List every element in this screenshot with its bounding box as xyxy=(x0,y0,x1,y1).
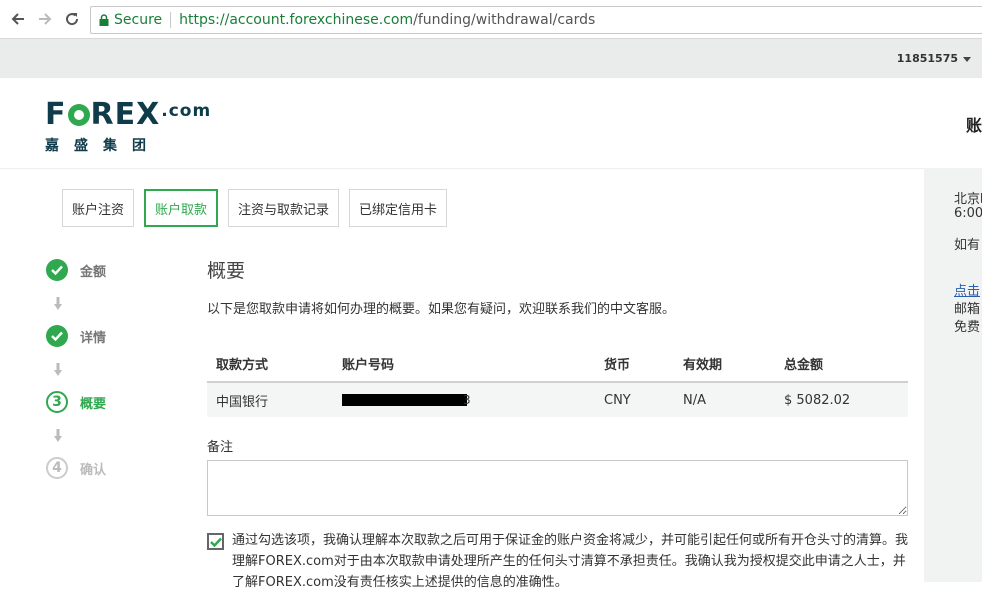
sidebar-line: 如有 xyxy=(954,238,981,253)
url-host: https://account.forexchinese.com xyxy=(179,12,414,28)
forward-button[interactable] xyxy=(35,9,55,29)
step-label: 概要 xyxy=(80,396,107,412)
step-amount[interactable]: 金额 xyxy=(46,259,106,281)
caret-down-icon[interactable] xyxy=(963,57,971,62)
arrow-right-icon xyxy=(39,13,52,25)
agree-checkbox[interactable] xyxy=(207,533,224,550)
funding-tabs: 账户注资 账户取款 注资与取款记录 已绑定信用卡 xyxy=(62,189,457,227)
step-label: 金额 xyxy=(80,264,107,280)
checkmark-icon xyxy=(209,537,222,547)
note-textarea[interactable] xyxy=(207,460,908,516)
account-bar: 11851575 xyxy=(0,39,982,78)
expiry: N/A xyxy=(683,392,706,408)
redaction-bar xyxy=(342,394,467,406)
account-id[interactable]: 11851575 xyxy=(897,52,958,65)
step-details[interactable]: 详情 xyxy=(46,325,106,347)
logo-chinese: 嘉盛集团 xyxy=(45,138,161,154)
account-number: 3 xyxy=(342,383,471,417)
secure-label: Secure xyxy=(114,12,163,28)
secure-indicator[interactable]: Secure xyxy=(99,12,162,28)
browser-toolbar: Secure https://account.forexchinese.com/… xyxy=(0,0,982,39)
step-number: 3 xyxy=(46,391,68,413)
page-title: 概要 xyxy=(207,260,246,282)
withdrawal-method: 中国银行 xyxy=(216,394,269,410)
step-label: 详情 xyxy=(80,330,107,346)
sidebar-line: 邮箱 xyxy=(954,302,981,317)
currency: CNY xyxy=(604,392,631,408)
arrow-down-icon xyxy=(54,429,62,442)
tab-deposit[interactable]: 账户注资 xyxy=(62,189,135,227)
column-header: 总金额 xyxy=(784,357,824,373)
lock-icon xyxy=(99,14,109,26)
agreement-text: 通过勾选该项，我确认理解本次取款之后可用于保证金的账户资金将减少，并可能引起任何… xyxy=(232,533,909,590)
logo-letter-f: F xyxy=(45,97,67,132)
url-divider xyxy=(170,12,172,28)
logo-letters-rex: REX xyxy=(90,97,161,132)
column-header: 账户号码 xyxy=(342,357,395,373)
logo-wordmark: F REX .com xyxy=(45,96,211,130)
step-summary: 3 概要 xyxy=(46,391,106,413)
step-number: 4 xyxy=(46,457,68,479)
column-header: 取款方式 xyxy=(216,357,269,373)
table-header: 取款方式 账户号码 货币 有效期 总金额 xyxy=(207,345,908,383)
withdrawal-summary-table: 取款方式 账户号码 货币 有效期 总金额 中国银行 3 CNY N/A $ 50… xyxy=(207,345,908,417)
table-row: 中国银行 3 CNY N/A $ 5082.02 xyxy=(207,383,908,417)
sidebar-line: 6:00 xyxy=(954,206,982,221)
back-button[interactable] xyxy=(8,9,28,29)
header-account-title: 账 xyxy=(966,116,982,135)
step-label: 确认 xyxy=(80,462,107,478)
site-header: F REX .com 嘉盛集团 账 xyxy=(0,78,982,169)
forex-logo[interactable]: F REX .com 嘉盛集团 xyxy=(45,96,211,155)
arrow-down-icon xyxy=(54,363,62,376)
total-amount: $ 5082.02 xyxy=(784,392,851,408)
sidebar-line: 免费 xyxy=(954,320,981,335)
reload-button[interactable] xyxy=(62,9,82,29)
note-label: 备注 xyxy=(207,440,234,455)
check-circle-icon xyxy=(46,259,68,281)
check-circle-icon xyxy=(46,325,68,347)
arrow-down-icon xyxy=(54,297,62,310)
info-sidebar: 北京时 6:00 如有 点击 邮箱 免费 xyxy=(924,168,982,582)
logo-o-icon xyxy=(67,104,90,126)
column-header: 有效期 xyxy=(683,357,723,373)
step-confirm: 4 确认 xyxy=(46,457,106,479)
column-header: 货币 xyxy=(604,357,631,373)
tab-linked-cards[interactable]: 已绑定信用卡 xyxy=(349,189,448,227)
tab-withdrawal[interactable]: 账户取款 xyxy=(144,189,219,227)
sidebar-link[interactable]: 点击 xyxy=(954,280,980,299)
url-path: /funding/withdrawal/cards xyxy=(413,12,596,28)
sidebar-line: 北京时 xyxy=(954,192,982,207)
url-text: https://account.forexchinese.com/funding… xyxy=(179,12,595,28)
arrow-left-icon xyxy=(11,13,24,25)
reload-icon xyxy=(66,13,79,26)
logo-suffix: .com xyxy=(161,101,212,121)
summary-description: 以下是您取款申请将如何办理的概要。如果您有疑问，欢迎联系我们的中文客服。 xyxy=(207,302,676,317)
account-number-tail: 3 xyxy=(463,393,471,407)
address-bar[interactable]: Secure https://account.forexchinese.com/… xyxy=(90,6,982,34)
tab-history[interactable]: 注资与取款记录 xyxy=(228,189,340,227)
